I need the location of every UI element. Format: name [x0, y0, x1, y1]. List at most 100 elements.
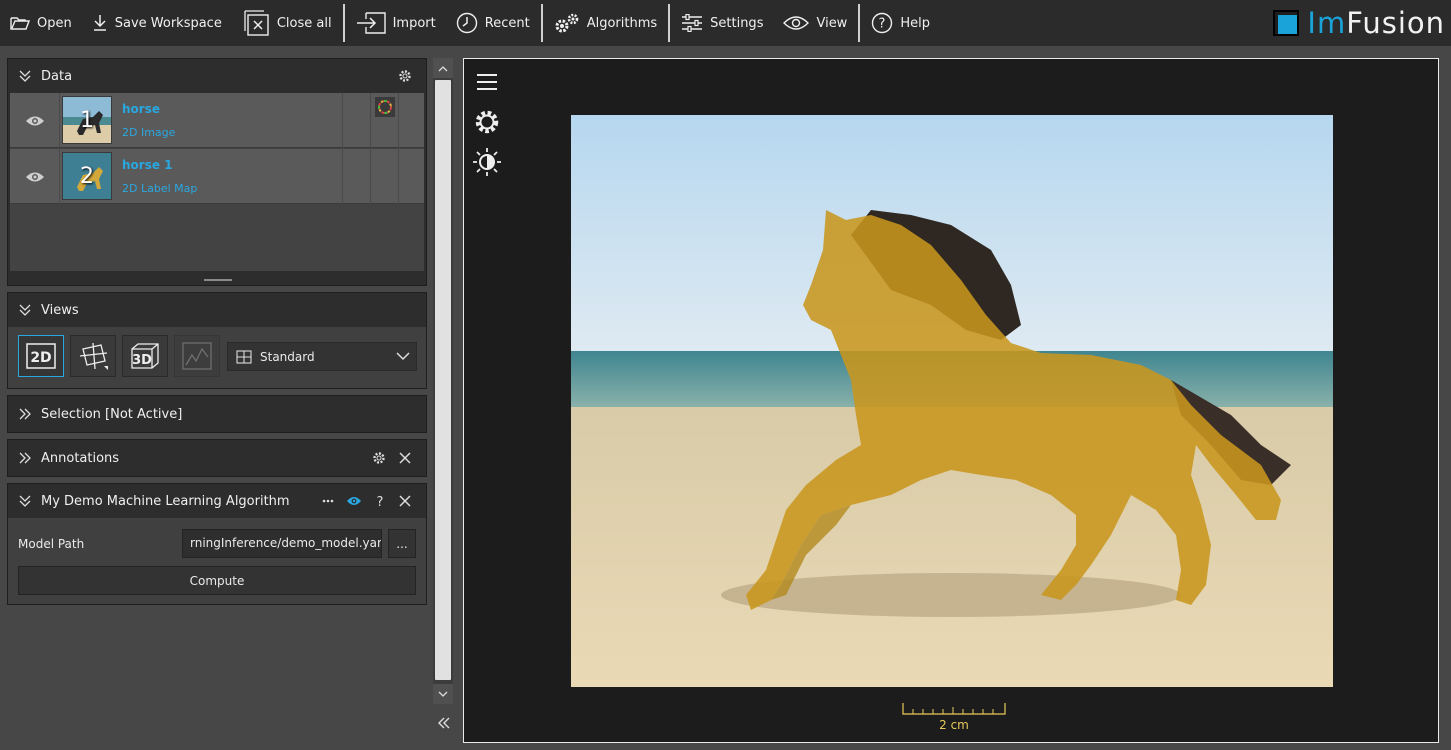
logo-text: ImFusion	[1307, 6, 1445, 40]
sliders-icon	[682, 14, 703, 32]
image-viewer[interactable]: 2 cm	[463, 58, 1439, 743]
ml-panel-body: Model Path rningInference/demo_model.yam…	[8, 518, 426, 604]
recent-button[interactable]: Recent	[446, 0, 540, 46]
collapse-sidebar-button[interactable]	[433, 712, 455, 734]
horse-image-with-label-overlay	[571, 115, 1333, 687]
eye-icon	[25, 172, 44, 181]
mpr-icon	[79, 342, 108, 370]
expand-chevron-icon	[19, 452, 31, 464]
logo-mark	[1273, 10, 1300, 36]
gear-icon[interactable]	[398, 69, 412, 83]
ml-panel-header[interactable]: My Demo Machine Learning Algorithm ?	[8, 484, 426, 518]
window-level-button[interactable]	[472, 147, 502, 177]
scale-bar-label: 2 cm	[939, 718, 969, 732]
data-thumbnail: 2	[62, 152, 112, 200]
view-button[interactable]: View	[773, 0, 857, 46]
view-2d-button[interactable]: 2D	[18, 335, 64, 377]
imfusion-app: Open Save Workspace Close all Import Rec…	[0, 0, 1451, 750]
view-3d-button[interactable]: 3D	[122, 335, 168, 377]
scroll-up-button[interactable]	[433, 58, 453, 78]
data-panel-title: Data	[41, 68, 73, 84]
recent-label: Recent	[484, 15, 530, 31]
layout-dropdown[interactable]: Standard	[227, 342, 417, 371]
data-list: 1 horse 2D Image 2 horse 1 2D Label Map	[10, 93, 424, 271]
help-button[interactable]: ? Help	[861, 0, 940, 46]
view-settings-button[interactable]	[472, 107, 502, 137]
chevron-down-icon	[396, 352, 410, 361]
selection-panel-header[interactable]: Selection [Not Active]	[8, 396, 426, 432]
download-icon	[93, 15, 106, 31]
chevron-up-icon	[438, 65, 448, 71]
more-icon[interactable]	[322, 494, 334, 508]
expand-chevron-icon	[19, 408, 31, 420]
toolbar-separator	[342, 4, 345, 42]
eye-icon[interactable]	[346, 495, 362, 507]
data-item-horse-1[interactable]: 2 horse 1 2D Label Map	[10, 149, 424, 204]
view-2d-icon: 2D	[26, 343, 56, 369]
imfusion-logo: ImFusion	[1273, 6, 1445, 40]
resize-grip[interactable]	[204, 279, 232, 281]
compute-button[interactable]: Compute	[18, 566, 416, 595]
save-workspace-label: Save Workspace	[114, 15, 222, 31]
layout-value: Standard	[260, 349, 315, 364]
algorithms-button[interactable]: Algorithms	[544, 0, 667, 46]
save-workspace-button[interactable]: Save Workspace	[82, 0, 232, 46]
gear-icon[interactable]	[372, 451, 386, 465]
data-item-name: horse 1	[122, 158, 173, 172]
model-path-label: Model Path	[18, 537, 85, 551]
data-panel-header[interactable]: Data	[8, 59, 426, 93]
view-mpr-button[interactable]	[70, 335, 116, 377]
view-plot-button[interactable]	[174, 335, 220, 377]
browse-button[interactable]: ...	[388, 529, 416, 558]
open-label: Open	[37, 15, 72, 31]
views-panel-header[interactable]: Views	[8, 293, 426, 327]
colormap-icon[interactable]	[375, 97, 395, 117]
view-3d-icon: 3D	[131, 343, 159, 369]
import-button[interactable]: Import	[346, 0, 446, 46]
clock-icon	[456, 12, 477, 34]
model-path-input[interactable]: rningInference/demo_model.yaml	[182, 529, 382, 558]
scroll-thumb[interactable]	[435, 80, 451, 680]
svg-text:?: ?	[879, 17, 886, 32]
scale-bar	[902, 703, 1006, 715]
close-icon[interactable]	[398, 494, 412, 508]
views-panel-title: Views	[41, 302, 79, 318]
svg-text:2D: 2D	[30, 350, 51, 366]
annotations-panel-header[interactable]: Annotations	[8, 440, 426, 476]
view-label: View	[816, 15, 848, 31]
visibility-toggle[interactable]	[10, 93, 60, 148]
toolbar-separator	[668, 4, 671, 42]
close-all-button[interactable]: Close all	[232, 0, 342, 46]
help-icon[interactable]: ?	[374, 494, 386, 508]
settings-button[interactable]: Settings	[671, 0, 773, 46]
settings-label: Settings	[710, 15, 764, 31]
brightness-icon	[473, 148, 501, 176]
folder-open-icon	[10, 17, 30, 30]
eye-icon	[783, 16, 810, 30]
visibility-toggle[interactable]	[10, 149, 60, 204]
help-icon: ?	[872, 12, 893, 34]
data-item-kind: 2D Label Map	[122, 182, 198, 195]
close-icon[interactable]	[398, 451, 412, 465]
toolbar-separator	[540, 4, 543, 42]
main-toolbar: Open Save Workspace Close all Import Rec…	[0, 0, 1451, 46]
views-body: 2D 3D Standard	[8, 327, 426, 388]
menu-button[interactable]	[472, 67, 502, 97]
data-item-horse[interactable]: 1 horse 2D Image	[10, 93, 424, 148]
data-thumbnail: 1	[62, 96, 112, 144]
import-icon	[356, 12, 386, 34]
selection-panel-title: Selection [Not Active]	[41, 406, 183, 422]
help-label: Help	[900, 15, 930, 31]
chevron-down-icon	[438, 691, 448, 697]
layout-grid-icon	[236, 349, 252, 364]
annotations-panel-title: Annotations	[41, 450, 120, 466]
gears-icon	[555, 13, 578, 33]
svg-text:3D: 3D	[132, 353, 152, 368]
panel-scrollbar[interactable]	[433, 58, 453, 704]
scroll-down-button[interactable]	[433, 684, 453, 704]
selection-panel: Selection [Not Active]	[7, 395, 427, 433]
views-panel: Views 2D 3D Standard	[7, 292, 427, 389]
open-button[interactable]: Open	[0, 0, 82, 46]
collapse-chevron-icon	[19, 70, 31, 82]
double-chevron-left-icon	[438, 717, 450, 729]
